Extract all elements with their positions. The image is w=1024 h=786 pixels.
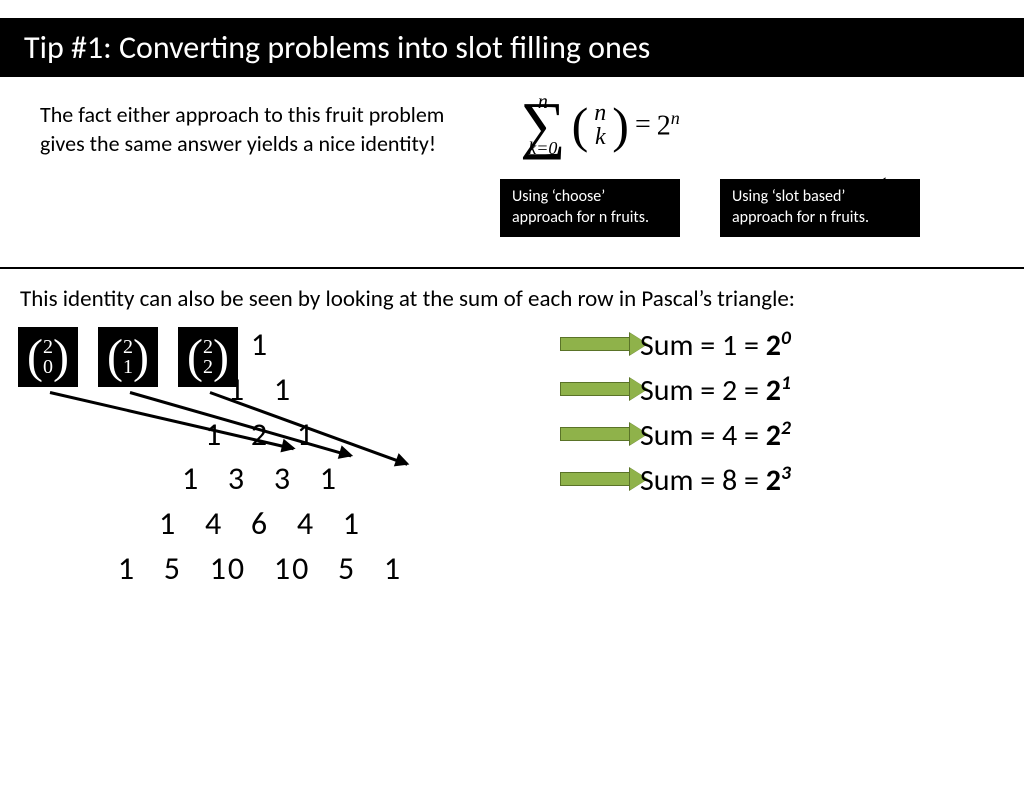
binom-k: k <box>594 125 606 149</box>
intro-text: The fact either approach to this fruit p… <box>40 101 460 237</box>
sigma-lower: k=0 <box>528 138 557 159</box>
pascal-row-5: 1 5 10 10 5 1 <box>20 547 500 592</box>
sum-column: Sum = 1 = 20 Sum = 2 = 21 Sum = 4 = 22 S… <box>640 323 791 503</box>
equals: = <box>635 109 651 141</box>
pascal-area: (20) (21) (22) 1 1 1 1 2 1 1 3 3 1 1 4 6… <box>0 323 1024 592</box>
arrow-right-icon-2 <box>560 423 650 445</box>
sum-row-3: Sum = 8 = 23 <box>640 458 791 503</box>
arrow-right-icon-1 <box>560 378 650 400</box>
binomial: n k <box>594 101 606 149</box>
choose-box-2: (22) <box>178 327 238 387</box>
sum-row-1: Sum = 2 = 21 <box>640 368 791 413</box>
pascal-row-3: 1 3 3 1 <box>20 457 500 502</box>
choose-box-0: (20) <box>18 327 78 387</box>
intro-row: The fact either approach to this fruit p… <box>0 77 1024 247</box>
title-bar: Tip #1: Converting problems into slot fi… <box>0 18 1024 77</box>
subtext: This identity can also be seen by lookin… <box>0 285 1024 323</box>
pascal-row-2: 1 2 1 <box>20 413 500 458</box>
box-slot: Using ‘slot based’ approach for n fruits… <box>720 179 920 237</box>
divider <box>0 267 1024 269</box>
choose-box-row: (20) (21) (22) <box>18 327 238 387</box>
choose-box-1: (21) <box>98 327 158 387</box>
annotation-boxes: Using ‘choose’ approach for n fruits. Us… <box>500 179 984 237</box>
formula-area: n ∑ k=0 ( n k ) = 2n Using ‘choose’ appr… <box>480 101 984 237</box>
identity-formula: n ∑ k=0 ( n k ) = 2n <box>520 91 984 159</box>
sum-row-0: Sum = 1 = 20 <box>640 323 791 368</box>
rhs: 2n <box>657 108 680 142</box>
pascal-row-4: 1 4 6 4 1 <box>20 502 500 547</box>
arrow-right-icon-3 <box>560 468 650 490</box>
arrow-right-icon-0 <box>560 333 650 355</box>
box-choose: Using ‘choose’ approach for n fruits. <box>500 179 680 237</box>
binom-n: n <box>594 101 606 125</box>
sum-row-2: Sum = 4 = 22 <box>640 413 791 458</box>
